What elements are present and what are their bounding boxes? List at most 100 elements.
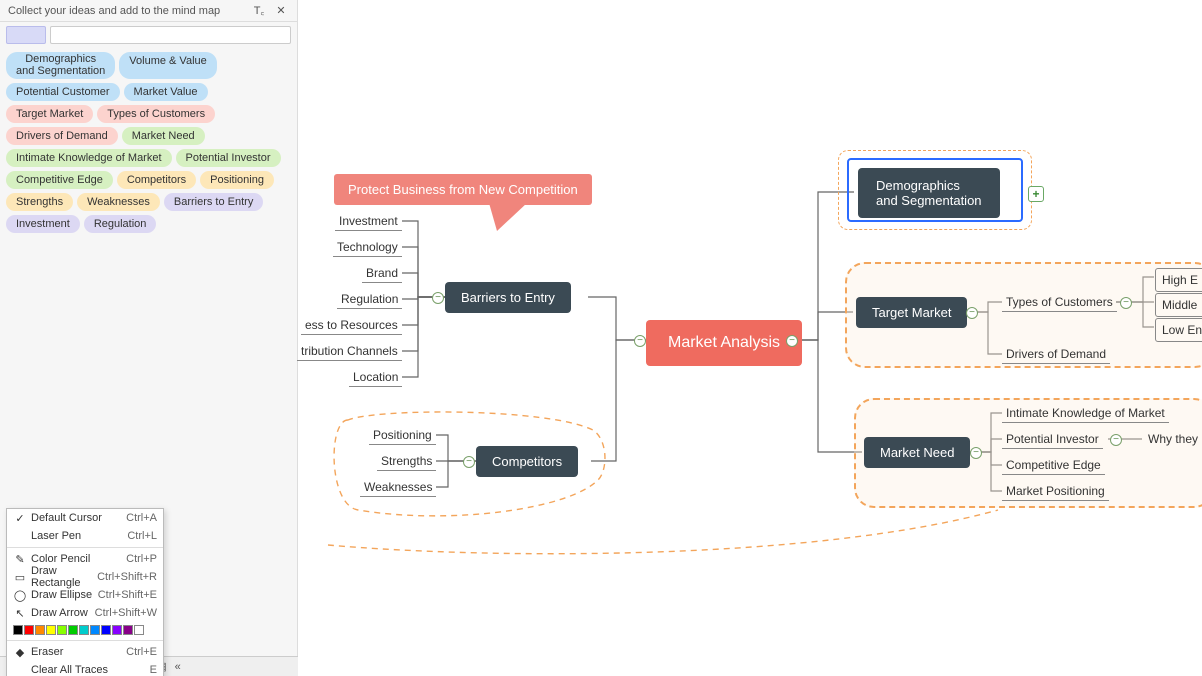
node-demographics[interactable]: Demographics and Segmentation (858, 168, 1000, 218)
idea-tag[interactable]: Target Market (6, 105, 93, 123)
menu-item-label: Laser Pen (27, 530, 127, 542)
idea-tag[interactable]: Intimate Knowledge of Market (6, 149, 172, 167)
menu-item-icon: ▭ (13, 571, 27, 584)
menu-item[interactable]: ✓Default CursorCtrl+A (7, 509, 163, 527)
color-swatch[interactable] (101, 625, 111, 635)
leaf-barrier[interactable]: Technology (333, 238, 402, 257)
leaf-barrier[interactable]: Brand (362, 264, 402, 283)
menu-item-label: Draw Ellipse (27, 589, 98, 601)
menu-item[interactable]: Laser PenCtrl+L (7, 527, 163, 545)
idea-tag[interactable]: Volume & Value (119, 52, 216, 79)
idea-tag[interactable]: Positioning (200, 171, 274, 189)
node-barriers[interactable]: Barriers to Entry (445, 282, 571, 313)
node-competitors[interactable]: Competitors (476, 446, 578, 477)
collapse-toggle[interactable]: − (432, 292, 444, 304)
add-child-button[interactable]: + (1028, 186, 1044, 202)
collapse-toggle[interactable]: − (1120, 297, 1132, 309)
menu-item-shortcut: Ctrl+P (126, 553, 157, 565)
color-input[interactable] (6, 26, 46, 44)
leaf-competitor[interactable]: Weaknesses (360, 478, 436, 497)
leaf-why[interactable]: Why they (1144, 430, 1202, 448)
color-swatch[interactable] (90, 625, 100, 635)
idea-tag[interactable]: Potential Customer (6, 83, 120, 101)
leaf-tier[interactable]: Middle (1155, 293, 1202, 317)
color-swatch[interactable] (46, 625, 56, 635)
idea-tag[interactable]: Competitive Edge (6, 171, 113, 189)
idea-tag[interactable]: Weaknesses (77, 193, 160, 211)
menu-item[interactable]: ↖Draw ArrowCtrl+Shift+W (7, 604, 163, 622)
idea-tag[interactable]: Demographicsand Segmentation (6, 52, 115, 79)
leaf-competitor[interactable]: Strengths (377, 452, 436, 471)
idea-tag[interactable]: Market Need (122, 127, 205, 145)
menu-item[interactable]: ◯Draw EllipseCtrl+Shift+E (7, 586, 163, 604)
close-icon[interactable]: ✕ (273, 3, 289, 19)
leaf-barrier[interactable]: tribution Channels (297, 342, 402, 361)
leaf-tier[interactable]: High E (1155, 268, 1202, 292)
leaf-types-customers[interactable]: Types of Customers (1002, 293, 1117, 312)
menu-item-icon: ◆ (13, 646, 27, 659)
leaf-need[interactable]: Intimate Knowledge of Market (1002, 404, 1169, 423)
color-swatch[interactable] (57, 625, 67, 635)
color-swatch[interactable] (24, 625, 34, 635)
mindmap-canvas[interactable]: Protect Business from New Competition Ma… (298, 0, 1202, 676)
collapse-toggle[interactable]: − (786, 335, 798, 347)
idea-tag[interactable]: Strengths (6, 193, 73, 211)
leaf-need[interactable]: Potential Investor (1002, 430, 1103, 449)
menu-item-icon: ◯ (13, 589, 27, 602)
menu-item-label: Eraser (27, 646, 126, 658)
idea-tag[interactable]: Regulation (84, 215, 157, 233)
color-swatch[interactable] (134, 625, 144, 635)
callout-bubble[interactable]: Protect Business from New Competition (334, 174, 592, 205)
panel-header: Collect your ideas and add to the mind m… (0, 0, 297, 22)
node-target-market[interactable]: Target Market (856, 297, 967, 328)
idea-tag[interactable]: Market Value (124, 83, 208, 101)
menu-item-shortcut: Ctrl+Shift+R (97, 571, 157, 583)
panel-title: Collect your ideas and add to the mind m… (8, 5, 245, 17)
menu-item-label: Clear All Traces (27, 664, 150, 676)
collapse-toggle[interactable]: − (463, 456, 475, 468)
menu-item-shortcut: Ctrl+Shift+E (98, 589, 157, 601)
idea-tag[interactable]: Barriers to Entry (164, 193, 263, 211)
node-market-need[interactable]: Market Need (864, 437, 970, 468)
color-swatch[interactable] (123, 625, 133, 635)
collapse-toggle[interactable]: − (1110, 434, 1122, 446)
collapse-toggle[interactable]: − (966, 307, 978, 319)
leaf-barrier[interactable]: Regulation (337, 290, 402, 309)
node-root[interactable]: Market Analysis (646, 320, 802, 366)
idea-tags: Demographicsand SegmentationVolume & Val… (0, 48, 297, 237)
menu-item[interactable]: ◆EraserCtrl+E (7, 643, 163, 661)
idea-input[interactable] (50, 26, 291, 44)
leaf-barrier[interactable]: Investment (335, 212, 402, 231)
drawing-tools-menu[interactable]: ✓Default CursorCtrl+ALaser PenCtrl+L✎Col… (6, 508, 164, 676)
menu-item-shortcut: Ctrl+Shift+W (95, 607, 157, 619)
collapse-icon[interactable]: « (175, 661, 181, 673)
text-style-icon[interactable]: T꜀ (251, 3, 267, 19)
leaf-tier[interactable]: Low En (1155, 318, 1202, 342)
color-swatch[interactable] (79, 625, 89, 635)
collapse-toggle[interactable]: − (634, 335, 646, 347)
color-swatch[interactable] (112, 625, 122, 635)
leaf-competitor[interactable]: Positioning (369, 426, 436, 445)
menu-item-icon: ✎ (13, 553, 27, 566)
idea-tag[interactable]: Investment (6, 215, 80, 233)
color-swatches[interactable] (7, 622, 163, 638)
leaf-need[interactable]: Market Positioning (1002, 482, 1109, 501)
leaf-barrier[interactable]: ess to Resources (301, 316, 402, 335)
idea-tag[interactable]: Types of Customers (97, 105, 215, 123)
menu-item[interactable]: ▭Draw RectangleCtrl+Shift+R (7, 568, 163, 586)
idea-tag[interactable]: Drivers of Demand (6, 127, 118, 145)
menu-item-shortcut: Ctrl+A (126, 512, 157, 524)
menu-item-label: Default Cursor (27, 512, 126, 524)
menu-item-icon: ✓ (13, 512, 27, 525)
leaf-need[interactable]: Competitive Edge (1002, 456, 1105, 475)
idea-tag[interactable]: Competitors (117, 171, 196, 189)
menu-item[interactable]: Clear All TracesE (7, 661, 163, 676)
idea-tag[interactable]: Potential Investor (176, 149, 281, 167)
collapse-toggle[interactable]: − (970, 447, 982, 459)
color-swatch[interactable] (13, 625, 23, 635)
leaf-barrier[interactable]: Location (349, 368, 402, 387)
leaf-drivers-demand[interactable]: Drivers of Demand (1002, 345, 1110, 364)
color-swatch[interactable] (35, 625, 45, 635)
color-swatch[interactable] (68, 625, 78, 635)
menu-item-label: Draw Rectangle (27, 565, 97, 589)
